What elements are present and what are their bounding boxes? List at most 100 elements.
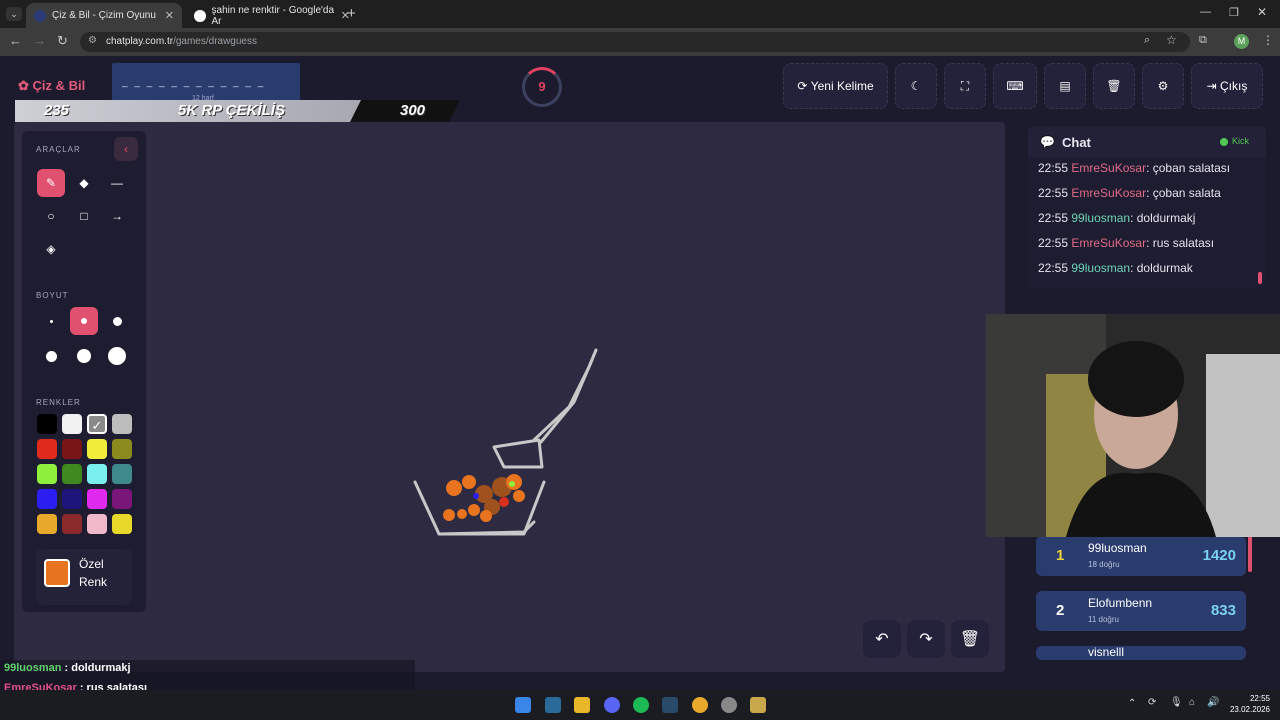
size-option-6[interactable]	[103, 342, 131, 370]
exit-button[interactable]: ⇥ Çıkış	[1191, 63, 1263, 109]
fill-tool-button[interactable]: ◈	[37, 235, 65, 263]
eraser-tool-button[interactable]: ◆	[70, 169, 98, 197]
network-icon[interactable]: ⌂	[1189, 697, 1195, 708]
logout-icon: ⇥	[1206, 79, 1221, 93]
back-icon[interactable]: ←	[9, 33, 22, 48]
leaderboard-scrollbar[interactable]	[1248, 536, 1252, 572]
color-swatch[interactable]	[112, 464, 132, 484]
message-user[interactable]: 99luosman	[1071, 211, 1130, 225]
tab-google[interactable]: şahin ne renktir - Google'da Ar ✕	[186, 3, 358, 28]
drawing-canvas[interactable]	[14, 122, 1005, 672]
color-swatch[interactable]	[62, 464, 82, 484]
keyboard-button[interactable]: ⌨	[993, 63, 1037, 109]
chat-header: 💬 Chat Kick	[1028, 126, 1266, 158]
color-swatch[interactable]	[62, 439, 82, 459]
zoom-icon[interactable]: ⌕	[1144, 34, 1150, 47]
circle-tool-button[interactable]: ○	[37, 202, 65, 230]
redo-button[interactable]: ↷	[907, 620, 945, 658]
size-option-2[interactable]	[70, 307, 98, 335]
size-option-3[interactable]	[103, 307, 131, 335]
colors-heading: RENKLER	[36, 398, 81, 407]
reload-icon[interactable]: ↻	[57, 33, 68, 49]
color-swatch[interactable]	[112, 489, 132, 509]
close-icon[interactable]: ✕	[165, 9, 174, 22]
app-icon[interactable]	[545, 697, 561, 713]
color-swatch[interactable]	[87, 514, 107, 534]
microphone-icon[interactable]: 🎙	[1170, 697, 1183, 708]
new-word-button[interactable]: ⟳ Yeni Kelime	[783, 63, 888, 109]
leaderboard-row: 2 Elofumbenn 11 doğru 833	[1036, 591, 1246, 631]
address-bar[interactable]: chatplay.com.tr/games/drawguess	[80, 32, 1190, 52]
color-swatch[interactable]	[37, 464, 57, 484]
leaderboard-row: 3visnelll747	[1036, 646, 1246, 660]
color-swatch[interactable]	[87, 489, 107, 509]
color-swatch[interactable]	[112, 414, 132, 434]
message-user[interactable]: EmreSuKosar	[1071, 186, 1146, 200]
clock[interactable]: 22:55 23.02.2026	[1226, 693, 1270, 715]
message-user[interactable]: EmreSuKosar	[1071, 161, 1146, 175]
clear-canvas-button[interactable]: 🗑	[951, 620, 989, 658]
message-user[interactable]: 99luosman	[1071, 261, 1130, 275]
color-swatch[interactable]	[62, 414, 82, 434]
size-option-4[interactable]	[37, 342, 65, 370]
maximize-button[interactable]: ❐	[1229, 6, 1239, 19]
color-swatch[interactable]	[112, 514, 132, 534]
line-tool-button[interactable]: —	[103, 169, 131, 197]
site-info-icon[interactable]: ⚙	[88, 35, 97, 46]
bookmark-star-icon[interactable]: ☆	[1166, 33, 1177, 47]
rectangle-tool-button[interactable]: □	[70, 202, 98, 230]
extensions-icon[interactable]: ⧉	[1199, 34, 1207, 47]
color-swatch[interactable]	[37, 489, 57, 509]
brush-tool-button[interactable]: ✎	[37, 169, 65, 197]
discord-icon[interactable]	[604, 697, 620, 713]
app-icon[interactable]	[721, 697, 737, 713]
size-option-5[interactable]	[70, 342, 98, 370]
rank: 1	[1056, 547, 1065, 564]
volume-icon[interactable]: 🔊	[1207, 697, 1219, 708]
custom-color-swatch[interactable]	[44, 559, 70, 587]
color-swatch[interactable]	[112, 439, 132, 459]
size-option-1[interactable]	[37, 307, 65, 335]
collapse-panel-button[interactable]: ‹	[114, 137, 138, 161]
player-name: 99luosman	[1088, 541, 1147, 555]
file-explorer-icon[interactable]	[574, 697, 590, 713]
color-swatch[interactable]	[37, 439, 57, 459]
menu-icon[interactable]: ⋮	[1262, 33, 1274, 47]
chat-scrollbar[interactable]	[1258, 272, 1262, 284]
delete-button[interactable]: 🗑	[1093, 63, 1135, 109]
window-close-button[interactable]: ✕	[1257, 5, 1267, 19]
message-text: : doldurmak	[1130, 261, 1193, 275]
tab-list-button[interactable]: ⌄	[6, 7, 22, 21]
undo-button[interactable]: ↶	[863, 620, 901, 658]
settings-button[interactable]: ⚙	[1142, 63, 1184, 109]
tab-drawguess[interactable]: Çiz & Bil - Çizim Oyunu ✕	[26, 3, 182, 28]
refresh-icon: ⟳	[797, 79, 811, 93]
forward-icon[interactable]: →	[33, 33, 46, 48]
new-tab-button[interactable]: +	[347, 5, 356, 22]
tray-chevron-icon[interactable]: ⌃	[1128, 698, 1136, 709]
chrome-icon[interactable]	[692, 697, 708, 713]
message-user[interactable]: EmreSuKosar	[1071, 236, 1146, 250]
dark-mode-button[interactable]: ☾	[895, 63, 937, 109]
color-swatch[interactable]	[37, 414, 57, 434]
sync-icon[interactable]: ⟳	[1148, 697, 1156, 708]
color-swatch[interactable]	[87, 464, 107, 484]
brush-icon: ✎	[45, 176, 57, 190]
tool-panel: ARAÇLAR ‹ ✎ ◆ — ○ □ → ◈ BOYUT RENKLER ✓	[22, 131, 146, 612]
start-icon[interactable]	[515, 697, 531, 713]
profile-avatar[interactable]: M	[1234, 34, 1249, 49]
archive-button[interactable]: ▤	[1044, 63, 1086, 109]
steam-icon[interactable]	[662, 697, 678, 713]
fullscreen-button[interactable]: ⛶	[944, 63, 986, 109]
minimize-button[interactable]: —	[1200, 6, 1211, 18]
custom-color-picker[interactable]: Özel Renk	[36, 549, 132, 605]
color-swatch[interactable]	[87, 439, 107, 459]
arrow-tool-button[interactable]: →	[103, 202, 131, 230]
spotify-icon[interactable]	[633, 697, 649, 713]
player-score: 1420	[1202, 547, 1236, 564]
color-swatch[interactable]: ✓	[87, 414, 107, 434]
league-icon[interactable]	[750, 697, 766, 713]
color-swatch[interactable]	[37, 514, 57, 534]
color-swatch[interactable]	[62, 489, 82, 509]
color-swatch[interactable]	[62, 514, 82, 534]
